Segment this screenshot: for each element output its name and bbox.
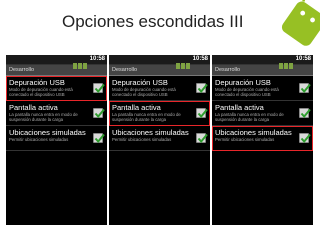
status-time: 10:58 [192, 56, 208, 62]
status-bar: 10:58 [6, 55, 107, 69]
check-icon [300, 108, 311, 119]
screen-title: Desarrollo [212, 65, 313, 76]
checkbox[interactable] [299, 133, 311, 144]
setting-stay-awake[interactable]: Pantalla activa La pantalla nunca entra … [6, 101, 107, 126]
setting-title: Ubicaciones simuladas [112, 128, 189, 137]
setting-stay-awake[interactable]: Pantalla activa La pantalla nunca entra … [109, 101, 210, 126]
setting-title: Pantalla activa [9, 103, 58, 112]
setting-subtitle: Permitir ubicaciones simuladas [215, 137, 275, 142]
android-robot-icon [281, 0, 320, 46]
status-bar: 10:58 [212, 55, 313, 69]
phone-screen-2: 10:58 Desarrollo Depuración USB Modo de … [109, 55, 210, 225]
setting-usb-debugging[interactable]: Depuración USB Modo de depuración cuando… [212, 76, 313, 101]
check-icon [197, 83, 208, 94]
phone-screen-1: 10:58 Desarrollo Depuración USB Modo de … [6, 55, 107, 225]
check-icon [300, 83, 311, 94]
checkbox[interactable] [196, 108, 208, 119]
setting-subtitle: La pantalla nunca entra en modo de suspe… [9, 112, 78, 123]
status-time: 10:58 [89, 56, 105, 62]
checkbox[interactable] [299, 83, 311, 94]
setting-subtitle: La pantalla nunca entra en modo de suspe… [215, 112, 284, 123]
signal-icon [73, 56, 89, 69]
setting-mock-locations[interactable]: Ubicaciones simuladas Permitir ubicacion… [109, 126, 210, 151]
setting-mock-locations[interactable]: Ubicaciones simuladas Permitir ubicacion… [212, 126, 313, 151]
check-icon [300, 133, 311, 144]
setting-usb-debugging[interactable]: Depuración USB Modo de depuración cuando… [109, 76, 210, 101]
setting-stay-awake[interactable]: Pantalla activa La pantalla nunca entra … [212, 101, 313, 126]
checkbox[interactable] [196, 133, 208, 144]
signal-icon [176, 56, 192, 69]
phones: 10:58 Desarrollo Depuración USB Modo de … [6, 55, 314, 225]
check-icon [197, 108, 208, 119]
setting-mock-locations[interactable]: Ubicaciones simuladas Permitir ubicacion… [6, 126, 107, 151]
checkbox[interactable] [93, 108, 105, 119]
setting-subtitle: La pantalla nunca entra en modo de suspe… [112, 112, 181, 123]
checkbox[interactable] [196, 83, 208, 94]
check-icon [94, 133, 105, 144]
setting-title: Depuración USB [9, 78, 65, 87]
setting-subtitle: Modo de depuración cuando está conectado… [9, 87, 73, 98]
slide-title: Opciones escondidas III [62, 12, 244, 31]
checkbox[interactable] [299, 108, 311, 119]
setting-subtitle: Permitir ubicaciones simuladas [9, 137, 69, 142]
signal-icon [279, 56, 295, 69]
check-icon [94, 83, 105, 94]
setting-title: Depuración USB [215, 78, 271, 87]
setting-title: Pantalla activa [112, 103, 161, 112]
setting-subtitle: Modo de depuración cuando está conectado… [215, 87, 279, 98]
setting-title: Pantalla activa [215, 103, 264, 112]
screen-title: Desarrollo [6, 65, 107, 76]
setting-subtitle: Permitir ubicaciones simuladas [112, 137, 172, 142]
setting-title: Depuración USB [112, 78, 168, 87]
setting-title: Ubicaciones simuladas [9, 128, 86, 137]
screen-title: Desarrollo [109, 65, 210, 76]
phone-screen-3: 10:58 Desarrollo Depuración USB Modo de … [212, 55, 313, 225]
checkbox[interactable] [93, 83, 105, 94]
check-icon [94, 108, 105, 119]
check-icon [197, 133, 208, 144]
setting-subtitle: Modo de depuración cuando está conectado… [112, 87, 176, 98]
status-bar: 10:58 [109, 55, 210, 69]
setting-title: Ubicaciones simuladas [215, 128, 292, 137]
checkbox[interactable] [93, 133, 105, 144]
setting-usb-debugging[interactable]: Depuración USB Modo de depuración cuando… [6, 76, 107, 101]
status-time: 10:58 [295, 56, 311, 62]
